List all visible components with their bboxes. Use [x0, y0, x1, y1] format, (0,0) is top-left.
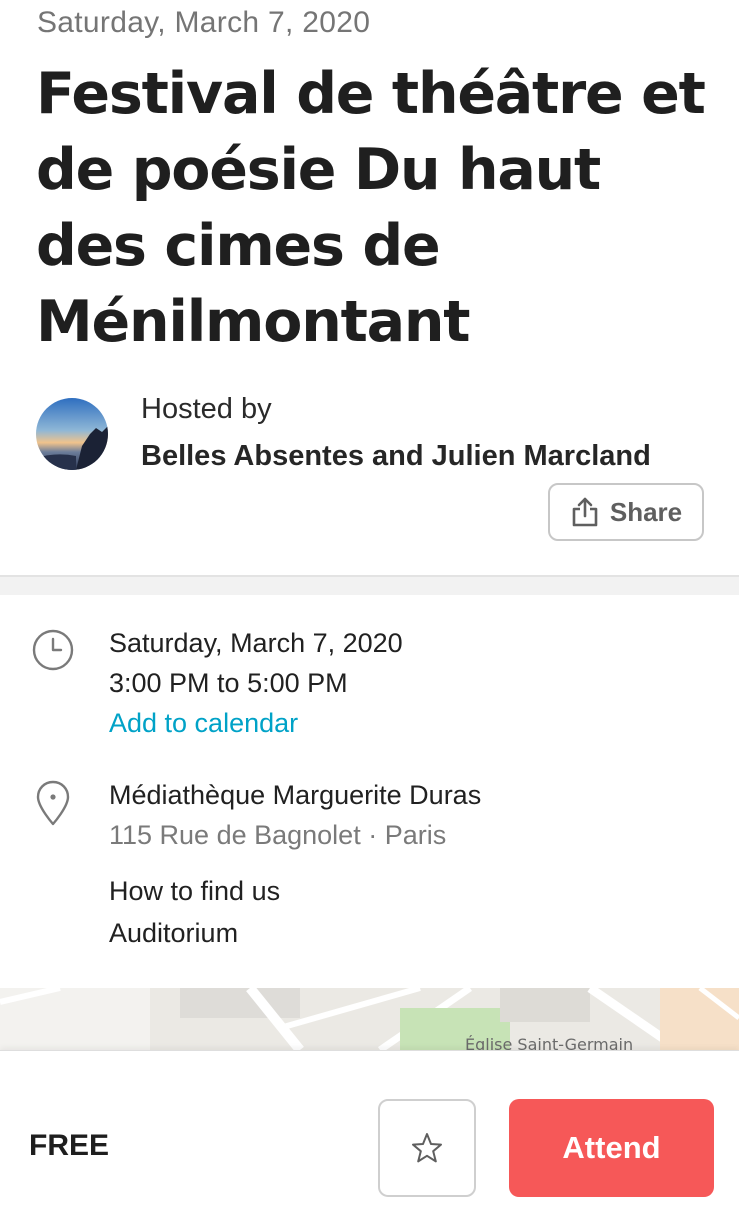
map-place-label: Église Saint-Germain	[465, 1035, 633, 1050]
map-pin-icon	[34, 779, 72, 832]
host-avatar[interactable]	[36, 398, 108, 470]
location-map[interactable]: Église Saint-Germain	[0, 988, 739, 1050]
hosted-by-label: Hosted by	[141, 393, 272, 425]
share-label: Share	[609, 496, 683, 527]
event-date: Saturday, March 7, 2020	[109, 628, 403, 658]
landscape-avatar-icon	[36, 398, 108, 470]
how-to-find-value: Auditorium	[109, 918, 239, 948]
add-to-calendar-link[interactable]: Add to calendar	[109, 708, 298, 739]
event-date-header: Saturday, March 7, 2020	[37, 6, 371, 39]
share-icon	[572, 497, 598, 527]
event-time: 3:00 PM to 5:00 PM	[109, 668, 348, 698]
how-to-find-label: How to find us	[109, 876, 281, 906]
event-title-line-4: Ménilmontant	[36, 289, 471, 355]
section-divider	[0, 575, 739, 595]
attend-button[interactable]: Attend	[509, 1099, 714, 1197]
star-icon	[412, 1133, 442, 1163]
venue-name[interactable]: Médiathèque Marguerite Duras	[109, 780, 481, 811]
host-names[interactable]: Belles Absentes and Julien Marcland	[141, 440, 651, 473]
price-label: FREE	[29, 1129, 110, 1162]
event-title-line-2: de poésie Du haut	[36, 137, 601, 203]
venue-address: 115 Rue de Bagnolet · Paris	[109, 820, 447, 850]
clock-icon	[31, 628, 75, 677]
event-title: Festival de théâtre et de poésie Du haut…	[36, 56, 716, 360]
attend-label: Attend	[562, 1130, 661, 1165]
share-button[interactable]: Share	[548, 483, 704, 541]
save-event-button[interactable]	[378, 1099, 476, 1197]
event-title-line-1: Festival de théâtre et	[36, 61, 706, 127]
event-title-line-3: des cimes de	[36, 213, 441, 279]
